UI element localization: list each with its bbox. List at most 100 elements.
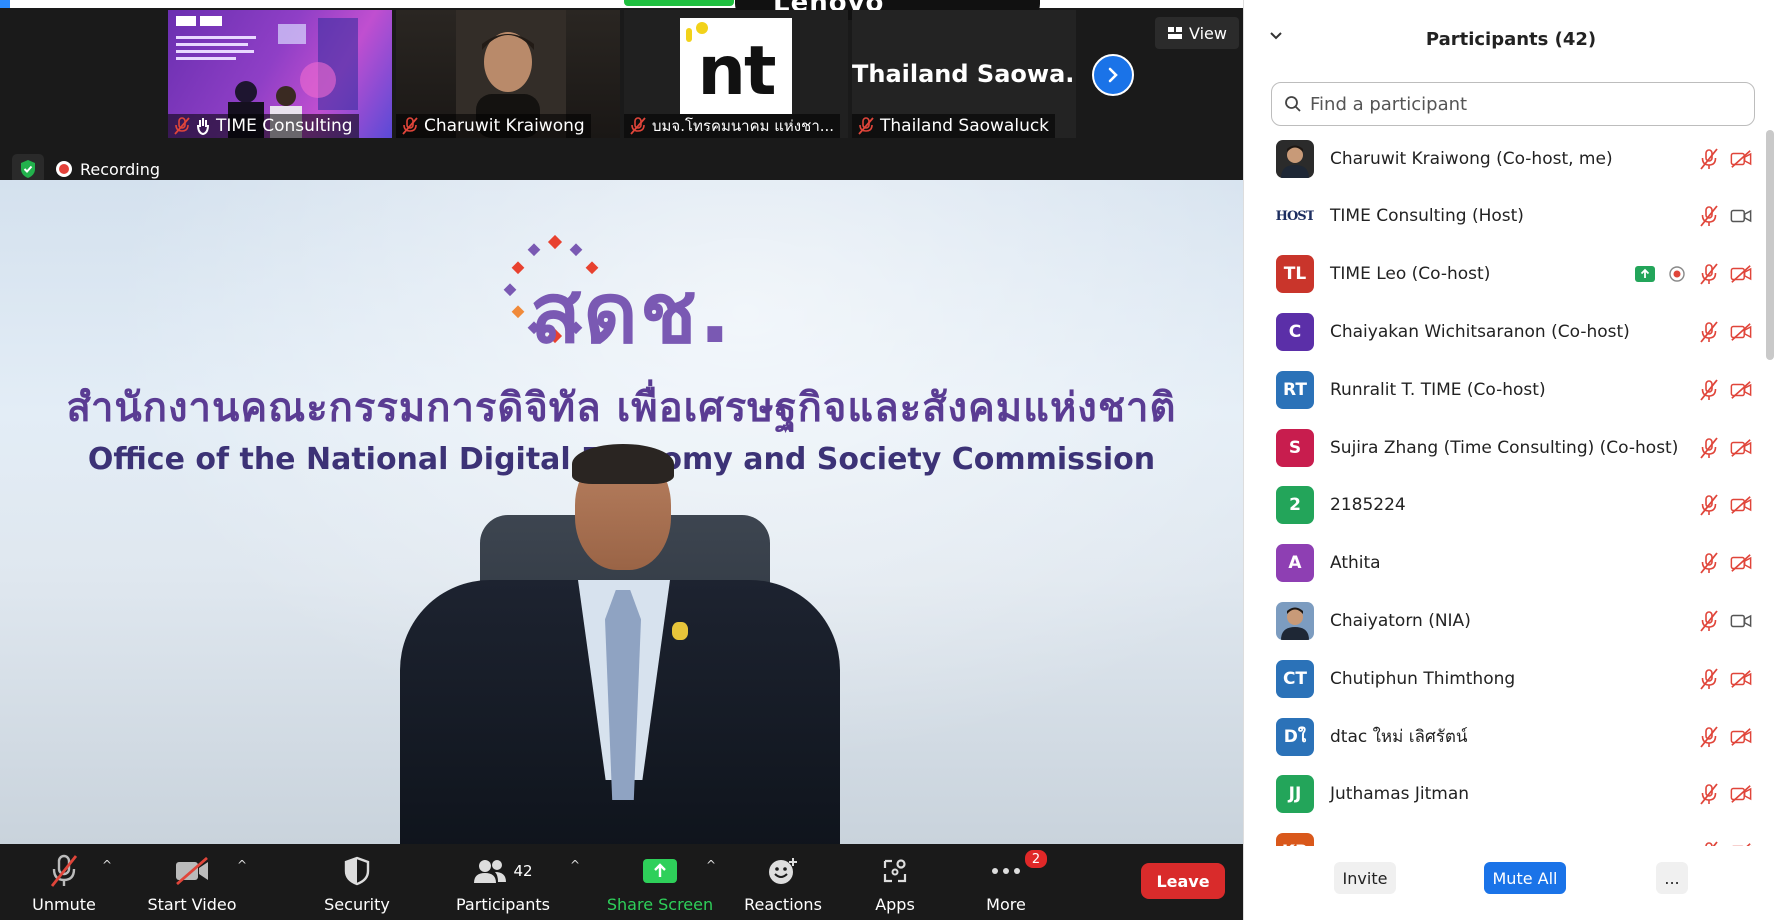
- apps-icon: [883, 859, 907, 883]
- meeting-toolbar: Unmute ^ Start Video ^ Security 42 Parti…: [0, 844, 1243, 920]
- mute-all-button[interactable]: Mute All: [1484, 862, 1566, 894]
- start-video-button[interactable]: Start Video: [147, 850, 237, 914]
- organization-logo-text: สดช.: [530, 264, 733, 362]
- participants-label: Participants: [456, 895, 550, 914]
- meeting-area: Lenovo TIME Consulting Charuwit Kraiwong…: [0, 0, 1243, 920]
- panel-title: Participants (42): [1425, 28, 1597, 50]
- participant-avatar: RT: [1276, 370, 1314, 409]
- participant-mic-off-icon: [1698, 205, 1720, 227]
- thumbnail-thailand-saowaluck[interactable]: Thailand Saowa... Thailand Saowaluck: [852, 10, 1076, 138]
- share-screen-button[interactable]: Share Screen: [606, 850, 714, 914]
- thumbnail-name: Charuwit Kraiwong: [424, 116, 585, 136]
- view-button[interactable]: View: [1155, 17, 1239, 49]
- thumbnail-name-strip: บมจ.โทรคมนาคม แห่งชา...: [624, 114, 841, 138]
- screen-share-status-icon: [1634, 263, 1656, 285]
- participant-video-off-icon: [1730, 379, 1752, 401]
- speaker-figure: [400, 444, 840, 844]
- participant-search-input[interactable]: [1310, 93, 1730, 115]
- panel-more-button[interactable]: ...: [1656, 862, 1688, 894]
- participant-avatar-photo: [1276, 139, 1314, 178]
- participant-row[interactable]: Chaiyatorn (NIA): [1244, 592, 1764, 649]
- panel-header: Participants (42): [1244, 0, 1777, 78]
- thumbnail-nt[interactable]: nt บมจ.โทรคมนาคม แห่งชา...: [624, 10, 848, 138]
- search-icon: [1285, 96, 1301, 112]
- thumbnail-name-strip: Charuwit Kraiwong: [396, 114, 591, 138]
- raised-hand-icon: [197, 118, 209, 135]
- participant-name: dtac ใหม่ เลิศรัตน์: [1330, 727, 1468, 747]
- thumbnail-big-name: Thailand Saowa...: [852, 60, 1076, 88]
- thumbnail-name-strip: Thailand Saowaluck: [852, 114, 1056, 138]
- participant-search[interactable]: [1271, 82, 1755, 126]
- participant-status-icons: [1698, 205, 1752, 227]
- share-screen-label: Share Screen: [606, 895, 714, 914]
- participant-list-scrollbar[interactable]: [1766, 130, 1774, 360]
- security-button[interactable]: Security: [322, 850, 392, 914]
- more-notification-badge: 2: [1025, 850, 1047, 868]
- thumbnail-charuwit-kraiwong[interactable]: Charuwit Kraiwong: [396, 10, 620, 138]
- participant-name: Athita: [1330, 553, 1381, 574]
- participant-row[interactable]: TL TIME Leo (Co-host): [1244, 246, 1764, 303]
- participant-row[interactable]: HOST TIME Consulting (Host): [1244, 188, 1764, 245]
- participant-row[interactable]: A Athita: [1244, 535, 1764, 592]
- participant-avatar: Dใ: [1276, 717, 1314, 756]
- next-thumbnails-button[interactable]: [1092, 54, 1134, 96]
- video-thumbnail-strip: TIME Consulting Charuwit Kraiwong nt บมจ…: [168, 10, 1076, 138]
- chevron-right-icon: [1108, 67, 1118, 83]
- sharing-indicator[interactable]: [624, 0, 734, 6]
- participant-avatar: JJ: [1276, 775, 1314, 814]
- participant-name: TIME Consulting (Host): [1330, 206, 1524, 227]
- participant-avatar: CT: [1276, 659, 1314, 698]
- shield-check-icon: [21, 160, 35, 178]
- participants-button[interactable]: 42 Participants: [455, 850, 551, 914]
- mic-off-icon: [50, 854, 78, 887]
- mic-off-icon: [630, 117, 646, 135]
- participant-row[interactable]: C Chaiyakan Wichitsaranon (Co-host): [1244, 303, 1764, 360]
- panel-collapse-button[interactable]: [1268, 28, 1284, 48]
- video-options-caret[interactable]: ^: [237, 858, 247, 872]
- record-icon: [56, 161, 72, 177]
- participant-status-icons: [1698, 725, 1752, 748]
- audio-options-caret[interactable]: ^: [102, 858, 112, 872]
- thumbnail-name: TIME Consulting: [216, 116, 353, 136]
- participant-name: Juthamas Jitman: [1330, 784, 1470, 805]
- nt-logo-box: nt: [680, 18, 792, 114]
- participant-status-icons: [1698, 783, 1752, 805]
- recording-indicator[interactable]: Recording: [56, 160, 160, 179]
- participant-mic-off-icon: [1698, 552, 1720, 574]
- mic-off-icon: [858, 117, 874, 135]
- participant-video-off-icon: [1730, 552, 1752, 574]
- unmute-button[interactable]: Unmute: [28, 850, 100, 914]
- participant-row[interactable]: CT Chutiphun Thimthong: [1244, 650, 1764, 707]
- chevron-down-icon: [1270, 32, 1282, 40]
- participant-row[interactable]: S Sujira Zhang (Time Consulting) (Co-hos…: [1244, 419, 1764, 476]
- participant-row[interactable]: KR: [1244, 824, 1764, 846]
- share-options-caret[interactable]: ^: [706, 858, 716, 872]
- participant-name: Chaiyakan Wichitsaranon (Co-host): [1330, 321, 1630, 342]
- participant-row[interactable]: 2 2185224: [1244, 477, 1764, 534]
- view-label: View: [1189, 23, 1227, 43]
- participant-row[interactable]: JJ Juthamas Jitman: [1244, 766, 1764, 823]
- participants-count: 42: [513, 862, 533, 880]
- thumbnail-time-consulting[interactable]: TIME Consulting: [168, 10, 392, 138]
- participant-name: Charuwit Kraiwong (Co-host, me): [1330, 148, 1613, 169]
- participant-avatar: C: [1276, 312, 1314, 351]
- recording-label: Recording: [80, 159, 161, 179]
- thumbnail-name-strip: TIME Consulting: [168, 114, 359, 138]
- more-dots-icon: [992, 868, 1020, 874]
- reactions-button[interactable]: Reactions: [742, 850, 824, 914]
- participant-row[interactable]: Charuwit Kraiwong (Co-host, me): [1244, 130, 1764, 187]
- leave-button[interactable]: Leave: [1141, 863, 1225, 899]
- participant-name: Chutiphun Thimthong: [1330, 668, 1516, 689]
- participant-row[interactable]: Dใ dtac ใหม่ เลิศรัตน์: [1244, 708, 1764, 765]
- participant-video-off-icon: [1730, 668, 1752, 690]
- participant-status-icons: [1698, 147, 1752, 170]
- invite-button[interactable]: Invite: [1334, 862, 1396, 894]
- participant-row[interactable]: RT Runralit T. TIME (Co-host): [1244, 361, 1764, 418]
- participant-mic-off-icon: [1698, 436, 1720, 459]
- participant-mic-off-icon: [1698, 725, 1720, 748]
- participant-video-off-icon: [1730, 841, 1752, 846]
- apps-button[interactable]: Apps: [868, 850, 922, 914]
- participants-options-caret[interactable]: ^: [570, 858, 580, 872]
- participant-mic-off-icon: [1698, 147, 1720, 170]
- start-video-label: Start Video: [147, 895, 237, 914]
